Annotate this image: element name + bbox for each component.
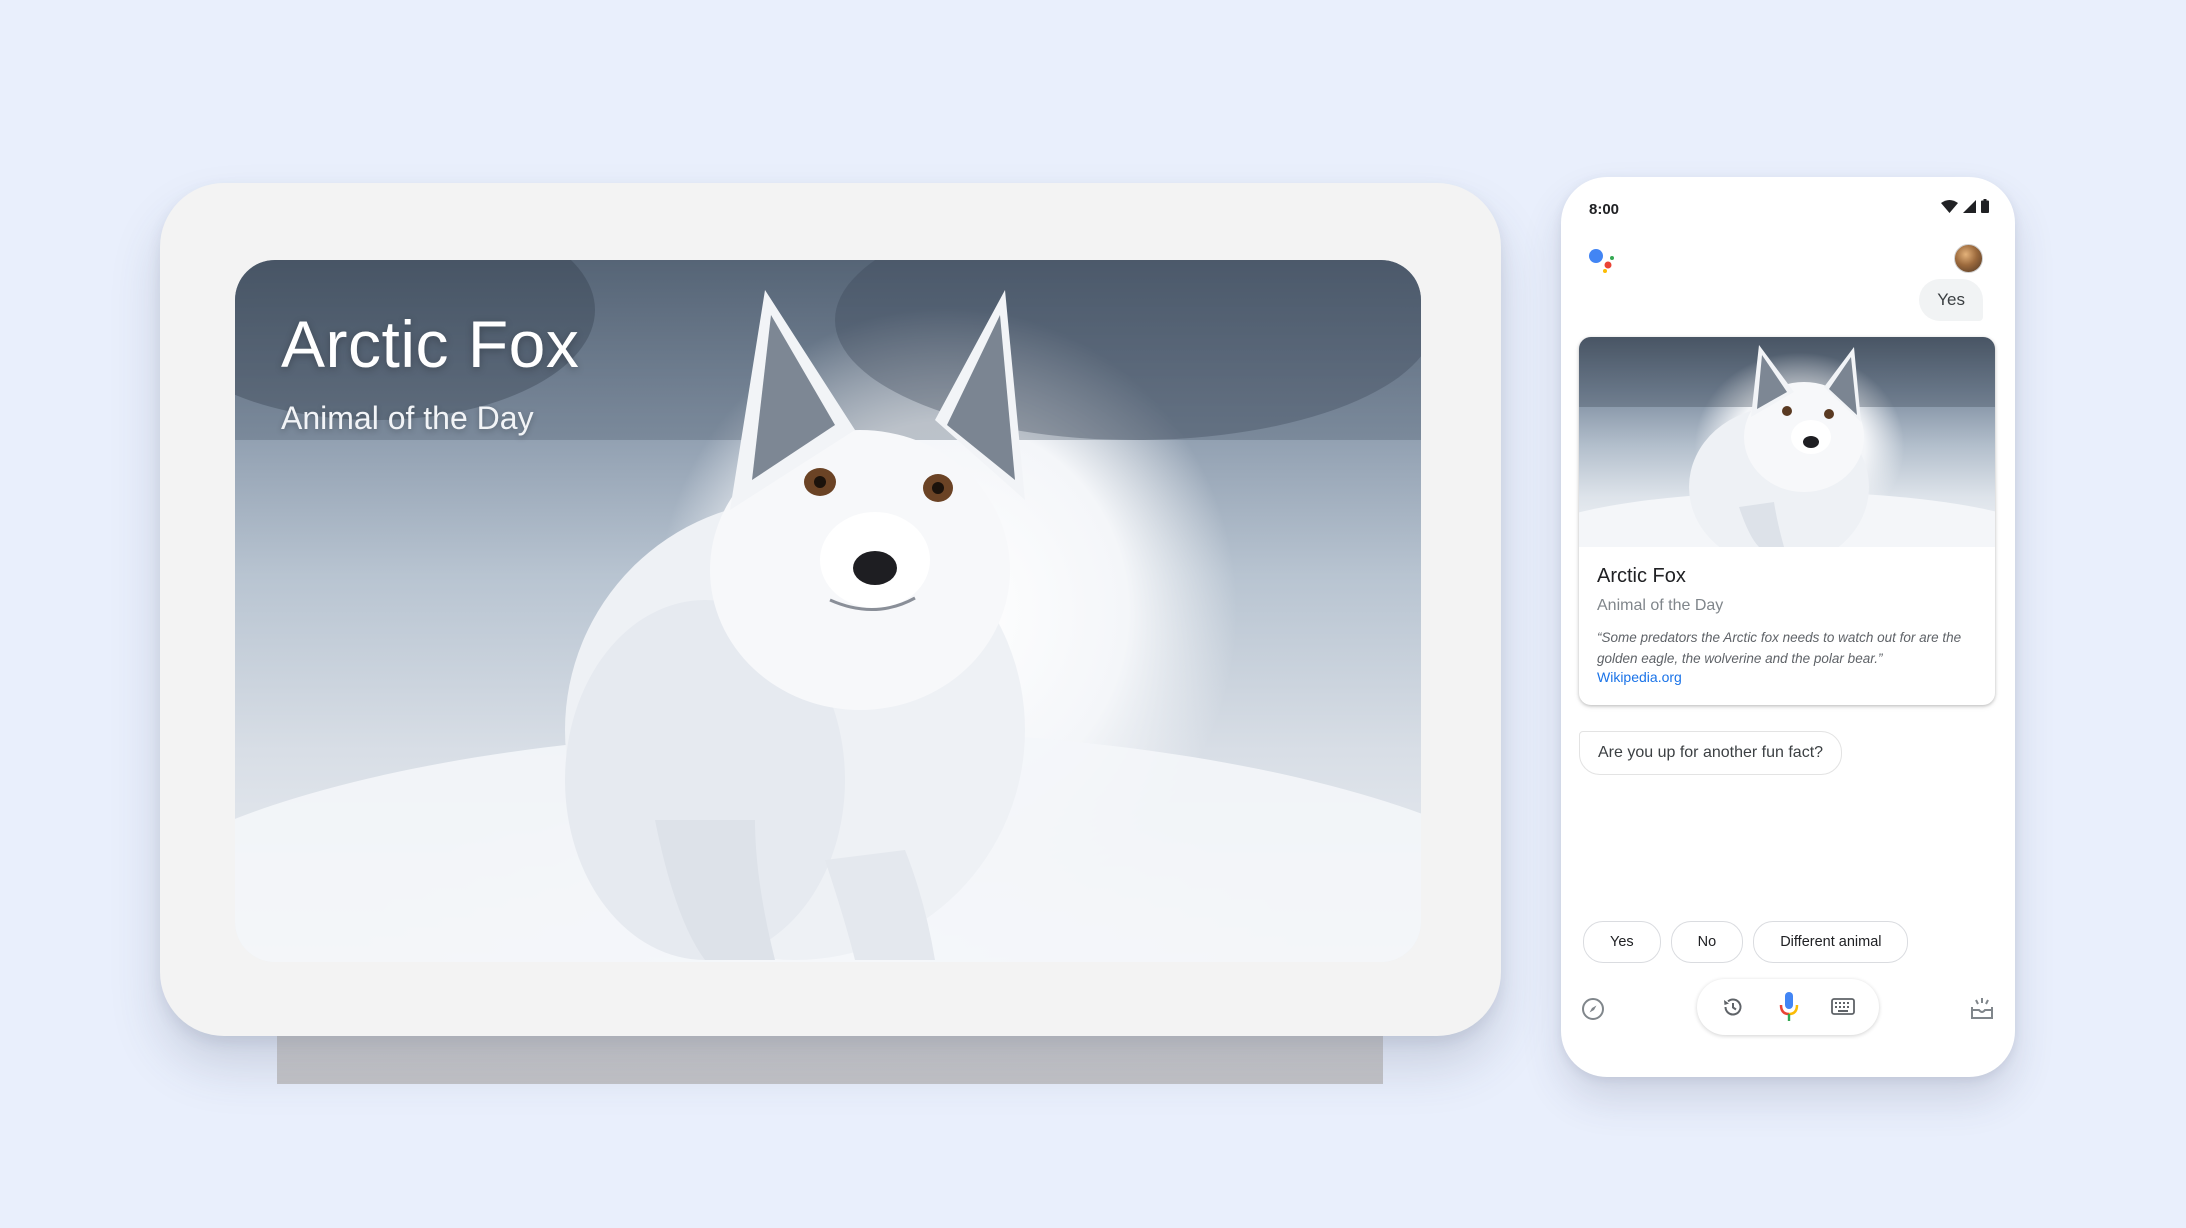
avatar[interactable] (1954, 244, 1983, 273)
card-title: Arctic Fox (1597, 565, 1686, 587)
card-subtitle: Animal of the Day (1597, 597, 1724, 614)
assistant-reply: Are you up for another fun fact? (1579, 731, 1843, 775)
suggestion-different-animal-chip[interactable]: Different animal (1753, 921, 1909, 963)
display-screen: Arctic Fox Animal of the Day (235, 260, 1421, 962)
card-quote: “Some predators the Arctic fox needs to … (1597, 630, 1962, 666)
display-stand (277, 1036, 1383, 1084)
cell-signal-icon (1963, 199, 1976, 213)
suggestion-yes-chip[interactable]: Yes (1583, 921, 1661, 963)
source-link[interactable]: Wikipedia.org (1597, 669, 1682, 685)
status-icons (1941, 199, 1989, 213)
suggestion-chips: Yes No Different animal (1583, 921, 1909, 963)
card-image (1579, 337, 1995, 547)
fact-card[interactable]: Arctic Fox Animal of the Day “Some preda… (1579, 337, 1995, 705)
arctic-fox-thumbnail (1579, 337, 1995, 547)
updates-tray-icon[interactable] (1969, 995, 1995, 1021)
compass-icon[interactable] (1581, 997, 1605, 1021)
display-title: Arctic Fox (281, 307, 580, 381)
battery-icon (1981, 199, 1989, 213)
keyboard-icon[interactable] (1831, 997, 1855, 1017)
suggestion-no-chip[interactable]: No (1670, 921, 1744, 963)
mic-icon[interactable] (1777, 991, 1801, 1023)
google-assistant-icon (1589, 249, 1614, 273)
assistant-bottom-bar (1561, 979, 2015, 1039)
history-icon[interactable] (1721, 995, 1745, 1019)
display-subtitle: Animal of the Day (281, 400, 534, 436)
input-pill (1697, 979, 1879, 1035)
user-message: Yes (1919, 279, 1983, 321)
smart-display: Arctic Fox Animal of the Day (160, 183, 1501, 1036)
status-time: 8:00 (1589, 201, 1620, 218)
phone: 8:00 Yes Arctic Fox Animal of the Day “S… (1561, 177, 2015, 1077)
wifi-icon (1941, 199, 1958, 213)
